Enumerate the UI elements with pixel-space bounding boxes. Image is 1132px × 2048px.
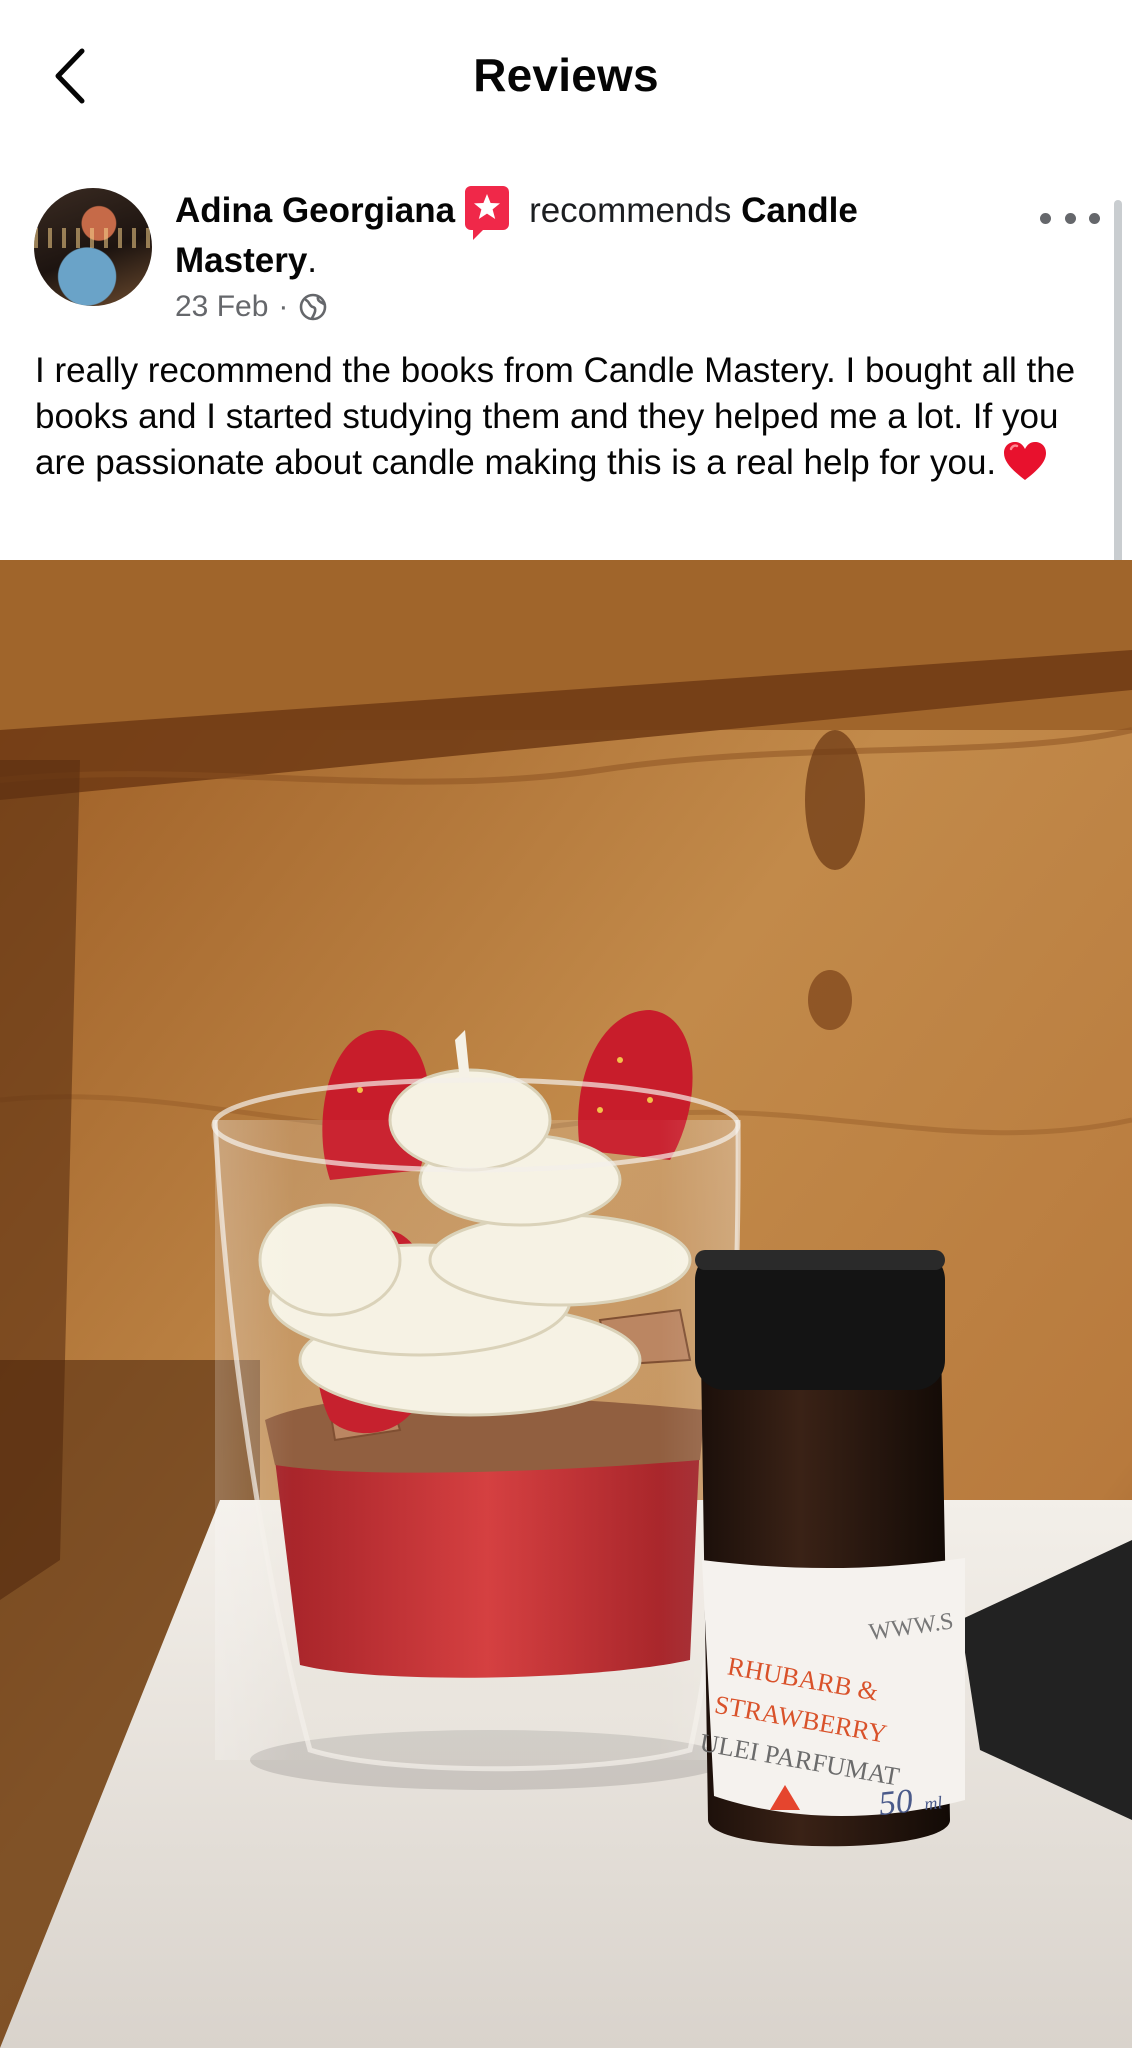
review-photo[interactable]: RHUBARB & STRAWBERRY ULEI PARFUMAT WWW.S… bbox=[0, 560, 1132, 2048]
recommend-star-badge-icon bbox=[465, 186, 510, 240]
more-dot bbox=[1089, 212, 1100, 224]
more-options-button[interactable] bbox=[1040, 198, 1100, 238]
globe-icon bbox=[300, 293, 327, 321]
top-bar: Reviews bbox=[0, 0, 1132, 151]
author-avatar[interactable] bbox=[34, 188, 152, 306]
review-byline: Adina Georgiana recommends Candle Mastery… bbox=[175, 186, 995, 286]
post-meta: 23 Feb · bbox=[175, 290, 328, 324]
heart-emoji-icon bbox=[1002, 440, 1048, 494]
candle-photo-illustration: RHUBARB & STRAWBERRY ULEI PARFUMAT WWW.S… bbox=[0, 560, 1132, 2048]
recommends-verb: recommends bbox=[529, 191, 732, 230]
more-dot bbox=[1064, 212, 1076, 224]
page-title: Reviews bbox=[473, 49, 659, 101]
bottle-label-volume: 50 bbox=[877, 1783, 915, 1823]
review-text: I really recommend the books from Candle… bbox=[35, 348, 1105, 494]
meta-separator: · bbox=[278, 290, 289, 323]
more-dot bbox=[1040, 212, 1051, 224]
review-body: I really recommend the books from Candle… bbox=[35, 351, 1076, 482]
byline-period: . bbox=[307, 241, 318, 280]
bottle-label-unit: ml bbox=[923, 1792, 943, 1814]
author-name-link[interactable]: Adina Georgiana bbox=[175, 191, 455, 230]
post-date[interactable]: 23 Feb bbox=[175, 290, 268, 324]
